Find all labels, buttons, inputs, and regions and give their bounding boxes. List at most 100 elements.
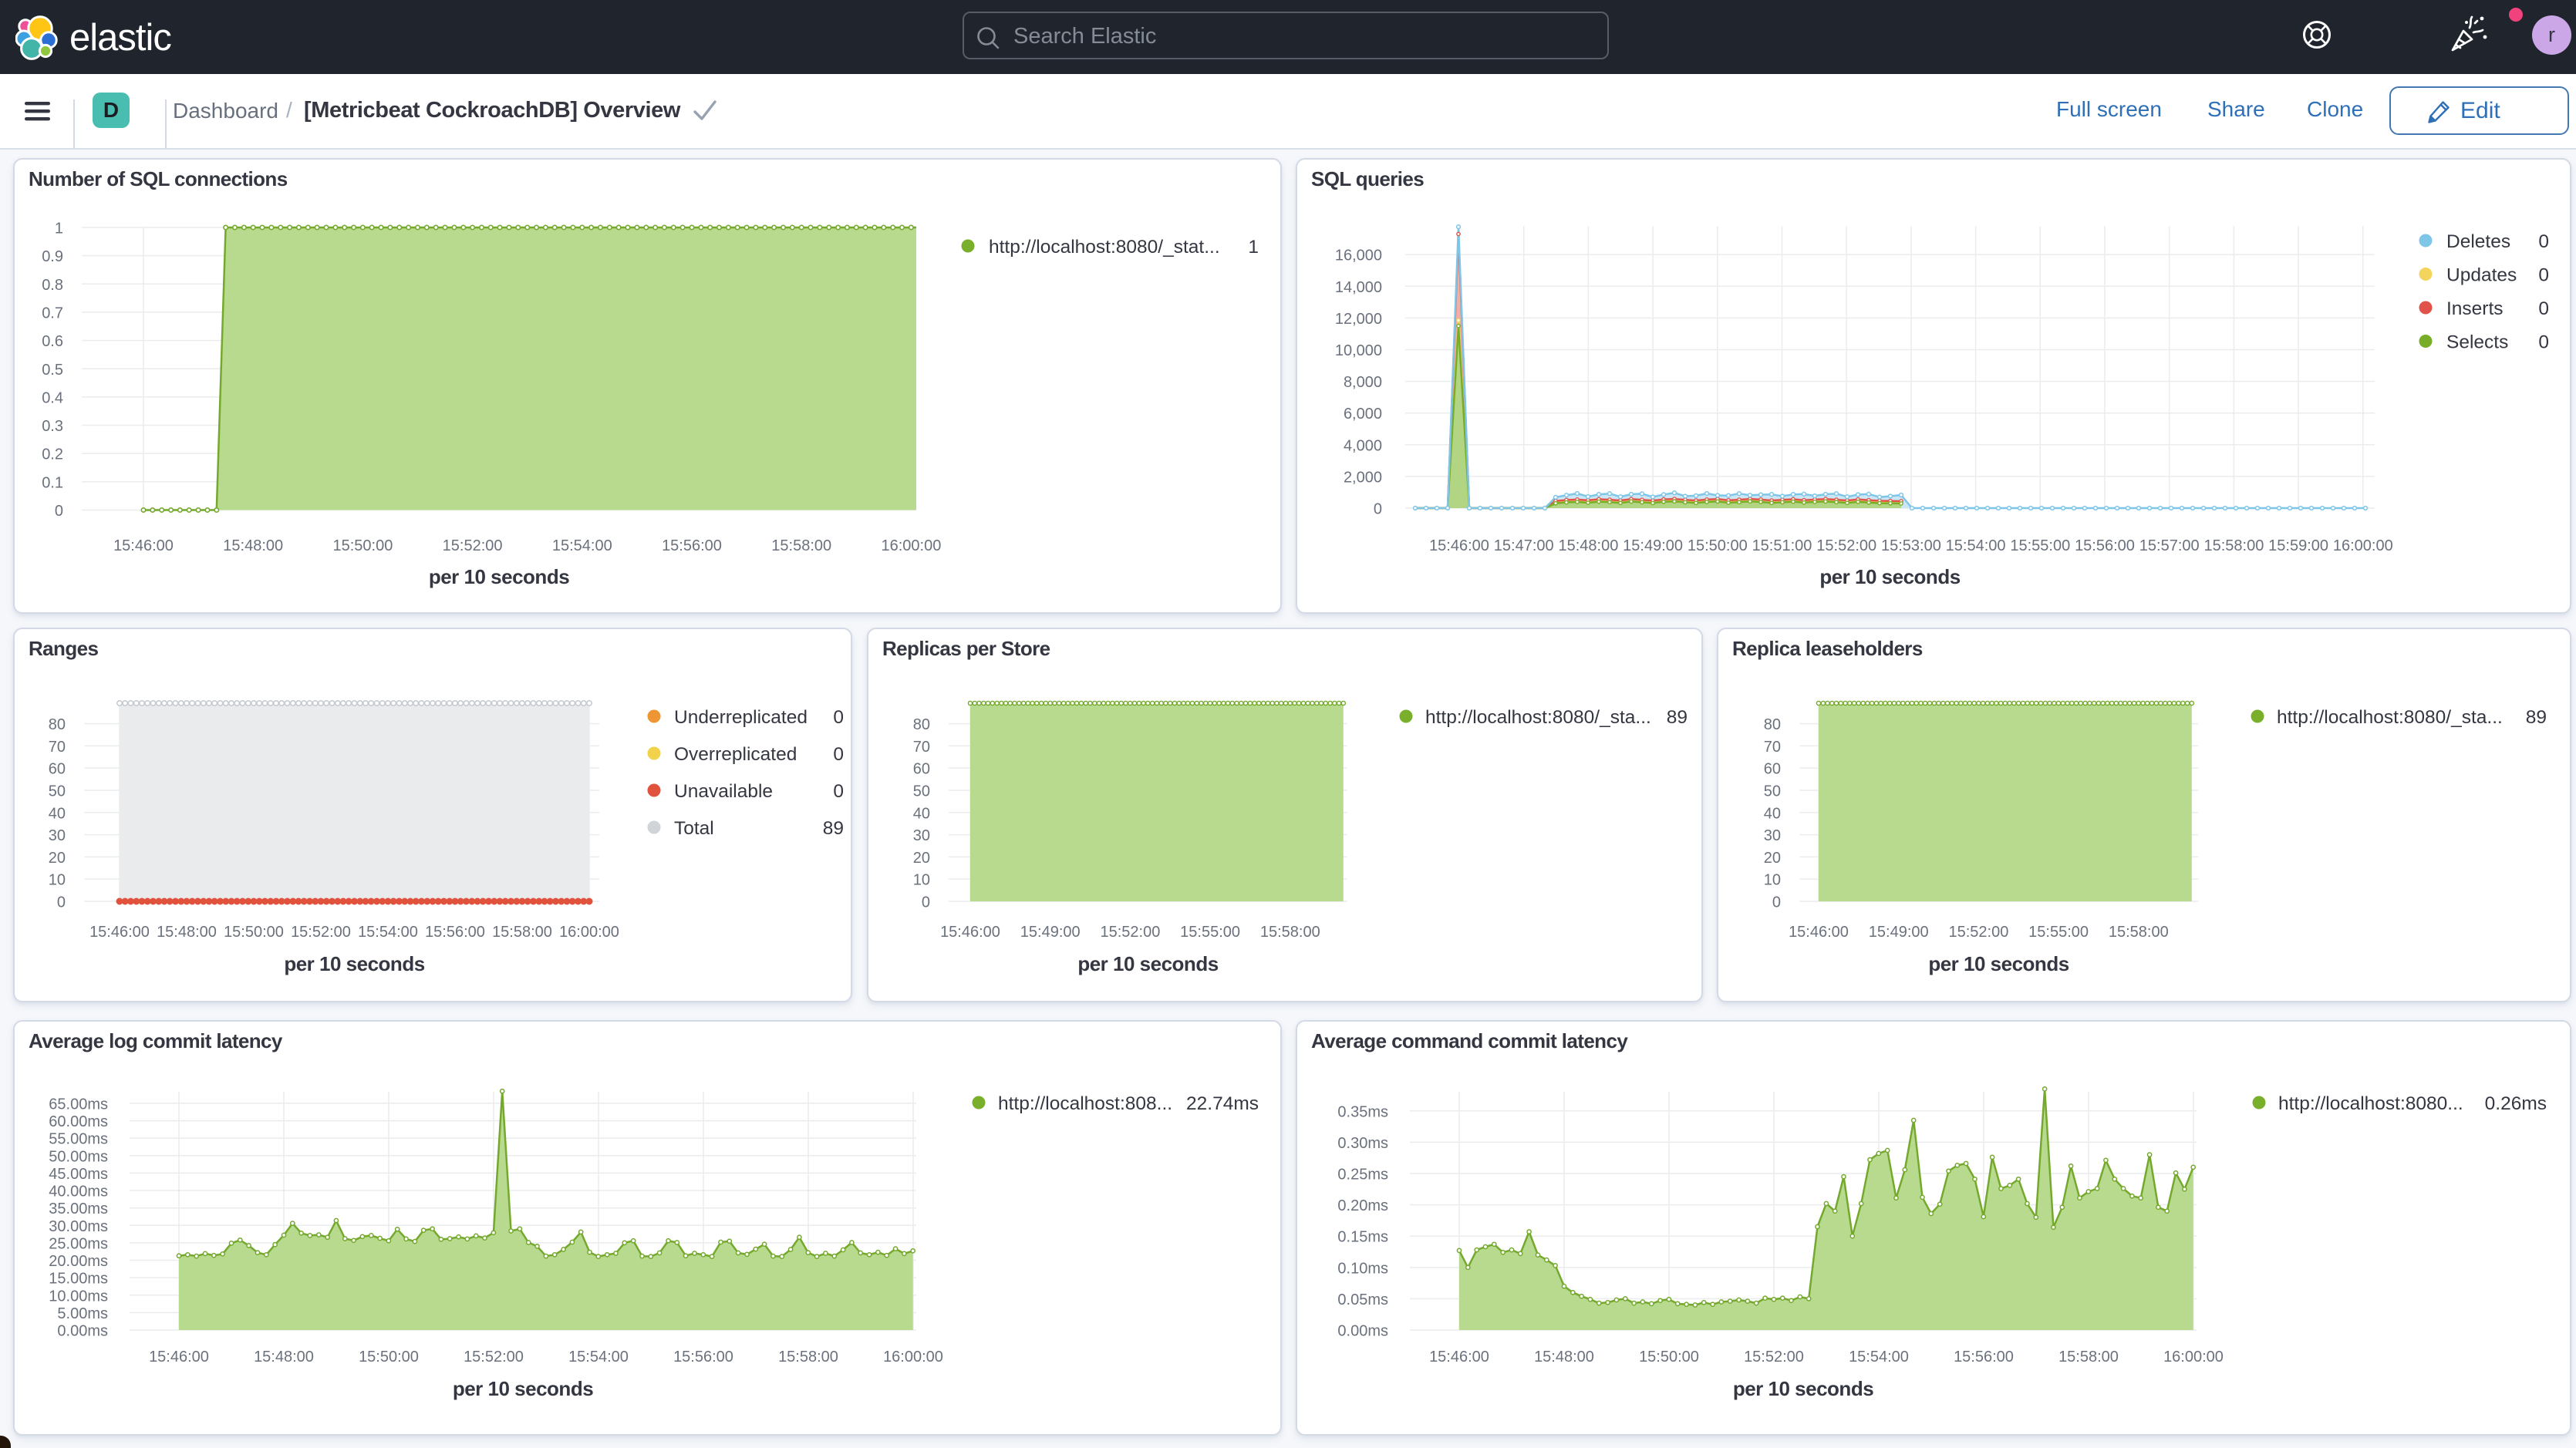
svg-text:http://localhost:8080/_stat...: http://localhost:8080/_stat... — [989, 237, 1220, 258]
svg-text:15:57:00: 15:57:00 — [2139, 537, 2200, 554]
svg-text:5.00ms: 5.00ms — [57, 1305, 108, 1322]
svg-text:2,000: 2,000 — [1344, 469, 1382, 486]
svg-text:50: 50 — [1764, 783, 1781, 800]
svg-text:0.5: 0.5 — [42, 362, 63, 379]
svg-text:15:54:00: 15:54:00 — [358, 924, 418, 941]
svg-text:0.3: 0.3 — [42, 418, 63, 435]
svg-text:15:46:00: 15:46:00 — [113, 537, 174, 554]
svg-text:0.00ms: 0.00ms — [1337, 1323, 1388, 1340]
svg-text:Deletes: Deletes — [2446, 231, 2510, 252]
svg-text:15:50:00: 15:50:00 — [224, 924, 284, 941]
svg-text:35.00ms: 35.00ms — [49, 1200, 108, 1217]
svg-text:40: 40 — [49, 805, 66, 822]
svg-text:15:58:00: 15:58:00 — [2203, 537, 2264, 554]
svg-text:15:55:00: 15:55:00 — [1180, 924, 1240, 941]
svg-text:0.26ms: 0.26ms — [2485, 1093, 2547, 1114]
svg-text:per 10 seconds: per 10 seconds — [1928, 952, 2069, 975]
svg-text:15:52:00: 15:52:00 — [1948, 924, 2008, 941]
svg-text:16:00:00: 16:00:00 — [881, 537, 941, 554]
svg-text:15:50:00: 15:50:00 — [1688, 537, 1748, 554]
svg-text:0: 0 — [833, 707, 844, 728]
svg-text:0: 0 — [1374, 501, 1382, 518]
svg-text:0.8: 0.8 — [42, 277, 63, 294]
svg-text:40: 40 — [913, 805, 930, 822]
svg-text:70: 70 — [1764, 739, 1781, 756]
svg-text:30: 30 — [1764, 827, 1781, 844]
svg-text:http://localhost:808...: http://localhost:808... — [998, 1093, 1172, 1114]
svg-text:per 10 seconds: per 10 seconds — [1733, 1377, 1873, 1400]
svg-text:10: 10 — [1764, 872, 1781, 889]
svg-text:15:51:00: 15:51:00 — [1752, 537, 1812, 554]
svg-text:0.7: 0.7 — [42, 305, 63, 322]
svg-text:0: 0 — [1772, 894, 1781, 911]
svg-text:0.2: 0.2 — [42, 446, 63, 463]
svg-text:15:49:00: 15:49:00 — [1869, 924, 1929, 941]
svg-text:15:52:00: 15:52:00 — [1816, 537, 1876, 554]
svg-text:15:47:00: 15:47:00 — [1494, 537, 1554, 554]
svg-text:Selects: Selects — [2446, 332, 2508, 353]
svg-text:25.00ms: 25.00ms — [49, 1235, 108, 1252]
svg-text:15:58:00: 15:58:00 — [771, 537, 831, 554]
svg-text:15:58:00: 15:58:00 — [492, 924, 552, 941]
svg-text:45.00ms: 45.00ms — [49, 1166, 108, 1183]
svg-text:per 10 seconds: per 10 seconds — [284, 952, 424, 975]
svg-text:15:59:00: 15:59:00 — [2268, 537, 2328, 554]
svg-text:15:54:00: 15:54:00 — [568, 1349, 629, 1365]
svg-text:Unavailable: Unavailable — [674, 781, 773, 802]
svg-text:15:52:00: 15:52:00 — [443, 537, 503, 554]
svg-text:per 10 seconds: per 10 seconds — [1819, 565, 1960, 588]
svg-text:20: 20 — [1764, 850, 1781, 867]
svg-text:15:49:00: 15:49:00 — [1020, 924, 1081, 941]
svg-text:16:00:00: 16:00:00 — [559, 924, 619, 941]
svg-text:15:55:00: 15:55:00 — [2028, 924, 2089, 941]
svg-text:20.00ms: 20.00ms — [49, 1253, 108, 1270]
svg-text:http://localhost:8080/_sta...: http://localhost:8080/_sta... — [2277, 707, 2503, 728]
svg-text:15:48:00: 15:48:00 — [223, 537, 283, 554]
svg-text:15:54:00: 15:54:00 — [552, 537, 612, 554]
svg-text:10.00ms: 10.00ms — [49, 1288, 108, 1305]
svg-text:0.4: 0.4 — [42, 389, 63, 406]
svg-text:1: 1 — [1248, 237, 1259, 258]
svg-text:15:52:00: 15:52:00 — [1744, 1349, 1804, 1365]
svg-text:60: 60 — [49, 761, 66, 778]
svg-text:15:56:00: 15:56:00 — [662, 537, 722, 554]
svg-text:89: 89 — [1667, 707, 1688, 728]
svg-text:15:55:00: 15:55:00 — [2010, 537, 2070, 554]
svg-text:0: 0 — [57, 894, 66, 911]
svg-text:0: 0 — [833, 781, 844, 802]
svg-text:0: 0 — [2538, 332, 2549, 353]
svg-text:70: 70 — [49, 739, 66, 756]
svg-text:0: 0 — [2538, 231, 2549, 252]
svg-text:15:46:00: 15:46:00 — [1789, 924, 1849, 941]
svg-text:Inserts: Inserts — [2446, 298, 2504, 319]
svg-text:Overreplicated: Overreplicated — [674, 744, 797, 765]
svg-text:40: 40 — [1764, 805, 1781, 822]
svg-text:20: 20 — [913, 850, 930, 867]
svg-text:15.00ms: 15.00ms — [49, 1271, 108, 1288]
svg-text:0.1: 0.1 — [42, 474, 63, 491]
svg-text:50: 50 — [49, 783, 66, 800]
svg-text:0.05ms: 0.05ms — [1337, 1291, 1388, 1308]
svg-text:8,000: 8,000 — [1344, 374, 1382, 391]
svg-text:20: 20 — [49, 850, 66, 867]
svg-text:15:58:00: 15:58:00 — [1260, 924, 1320, 941]
svg-text:15:56:00: 15:56:00 — [425, 924, 485, 941]
svg-text:10: 10 — [49, 872, 66, 889]
svg-text:per 10 seconds: per 10 seconds — [429, 565, 569, 588]
svg-text:50: 50 — [913, 783, 930, 800]
svg-text:80: 80 — [913, 716, 930, 733]
svg-text:15:52:00: 15:52:00 — [464, 1349, 524, 1365]
svg-text:60.00ms: 60.00ms — [49, 1113, 108, 1130]
svg-text:16,000: 16,000 — [1335, 248, 1382, 264]
svg-text:15:52:00: 15:52:00 — [1100, 924, 1160, 941]
svg-text:12,000: 12,000 — [1335, 311, 1382, 328]
svg-text:50.00ms: 50.00ms — [49, 1148, 108, 1165]
svg-text:22.74ms: 22.74ms — [1186, 1093, 1259, 1114]
svg-text:15:50:00: 15:50:00 — [1639, 1349, 1699, 1365]
svg-text:55.00ms: 55.00ms — [49, 1131, 108, 1148]
svg-text:80: 80 — [49, 716, 66, 733]
svg-text:4,000: 4,000 — [1344, 437, 1382, 454]
svg-text:15:49:00: 15:49:00 — [1623, 537, 1683, 554]
svg-text:0: 0 — [55, 503, 63, 520]
svg-text:Total: Total — [674, 818, 714, 839]
